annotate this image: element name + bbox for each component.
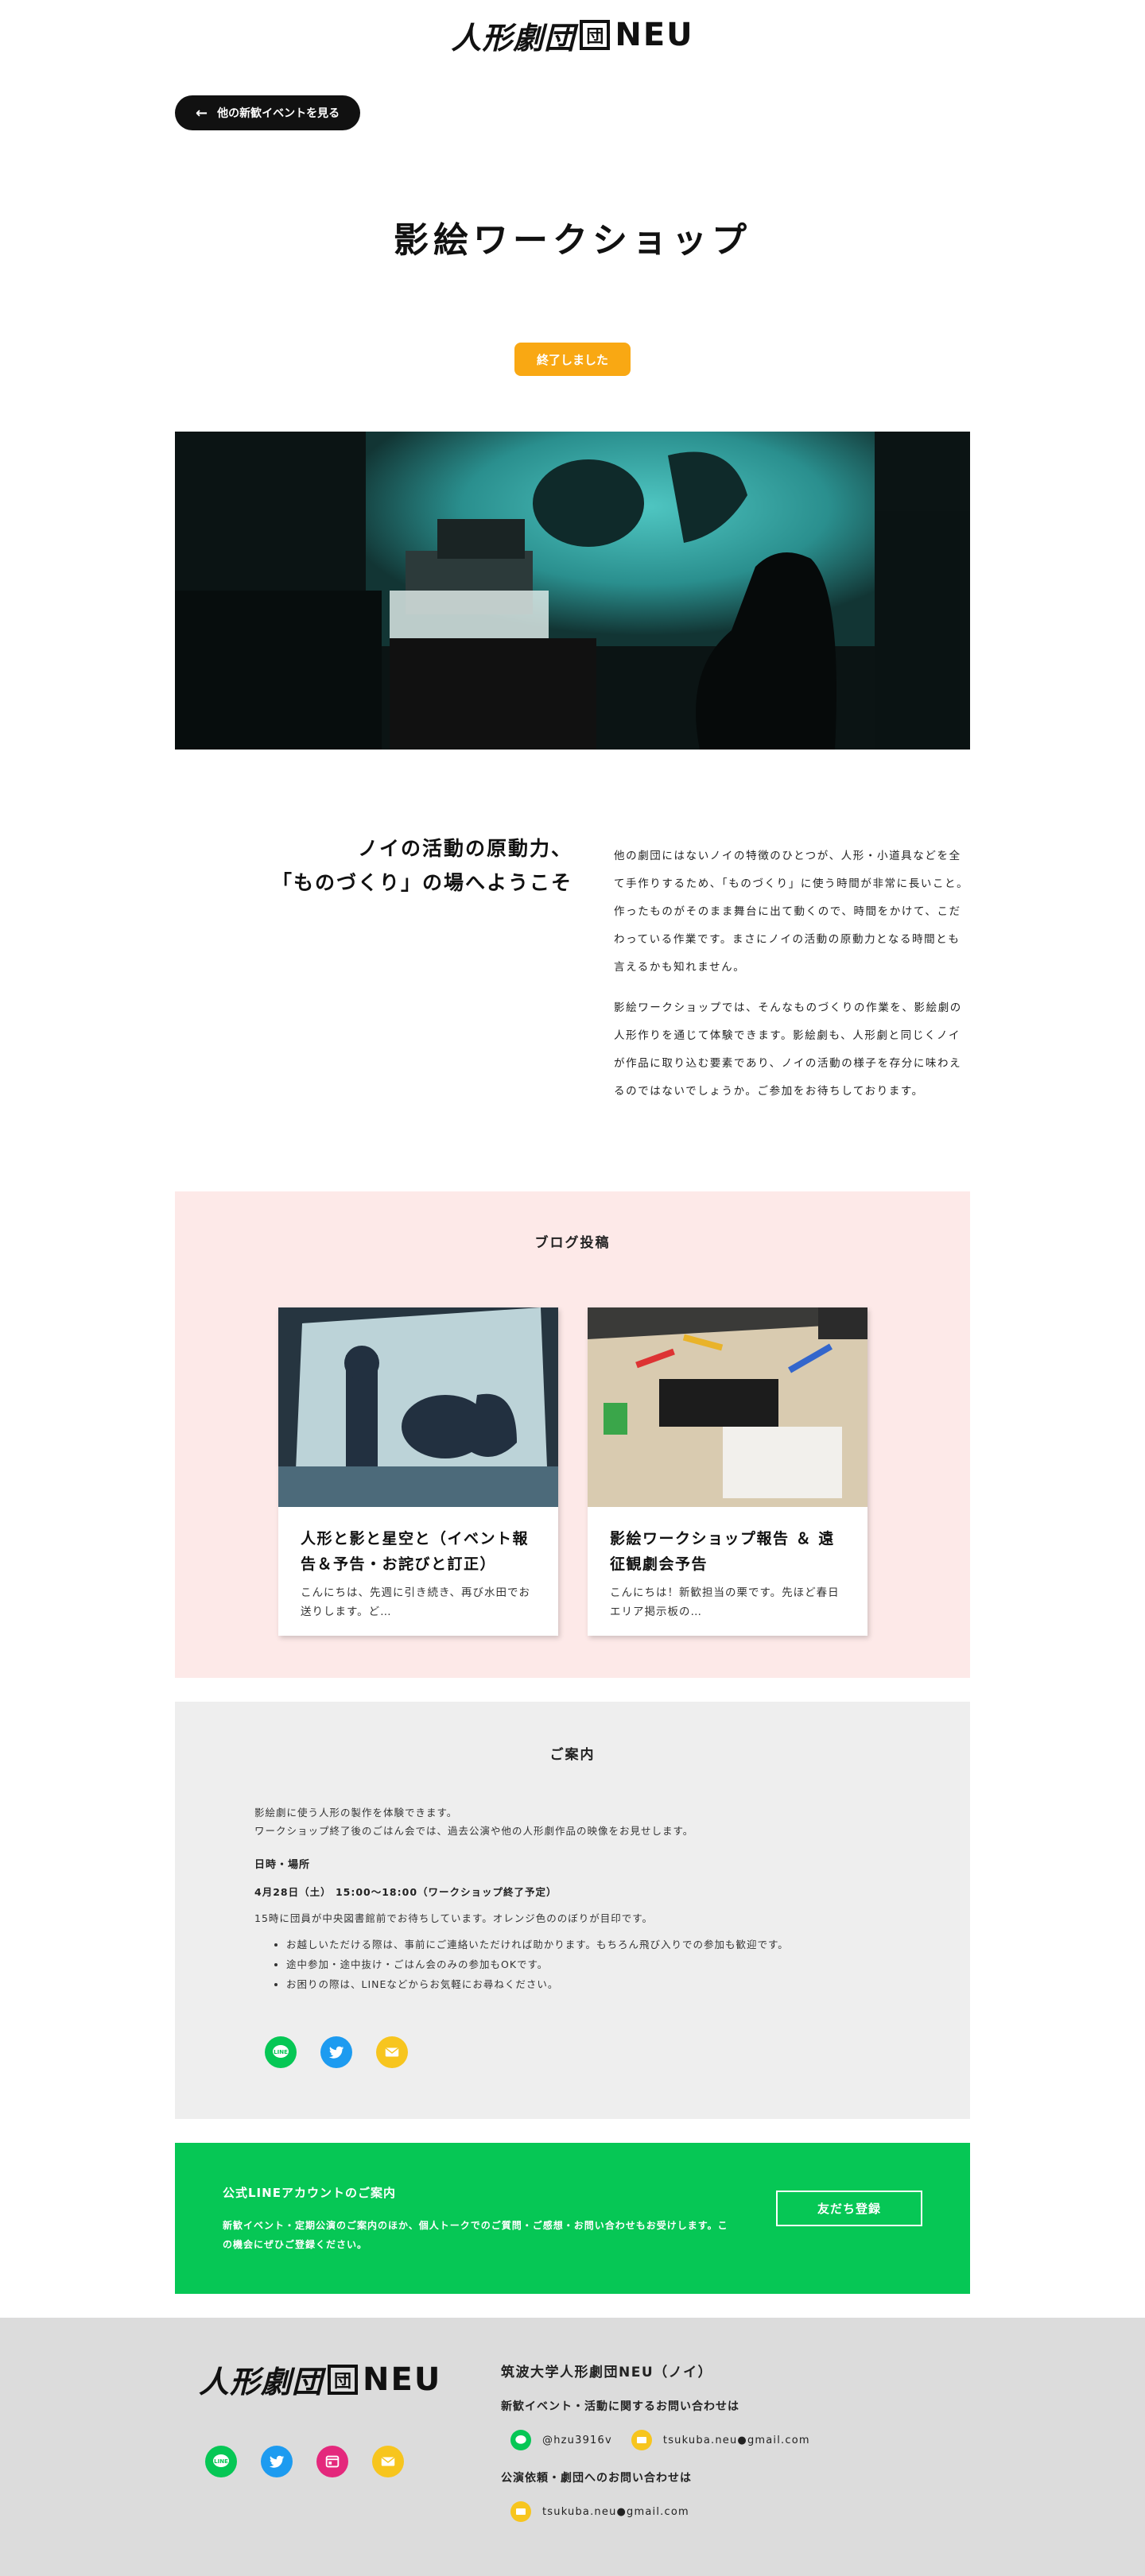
mail-icon[interactable] [372, 2446, 404, 2477]
blog-card-excerpt: こんにちは、先週に引き続き、再び水田でお送りします。ど… [301, 1586, 531, 1618]
twitter-icon[interactable] [320, 2036, 352, 2068]
line-account-banner: 公式LINEアカウントのご案内 新歓イベント・定期公演のご案内のほか、個人トーク… [175, 2143, 970, 2294]
intro-heading: ノイの活動の原動力、 「ものづくり」の場へようこそ [175, 831, 572, 900]
info-section-title: ご案内 [549, 1747, 596, 1763]
logo-neu: NEU [615, 17, 694, 53]
booking-label: 公演依頼・劇団へのお問い合わせは [501, 2472, 692, 2485]
twitter-icon[interactable] [261, 2446, 293, 2477]
hero-photo [175, 432, 970, 750]
line-icon[interactable]: LINE [265, 2036, 297, 2068]
booking-email-contact[interactable]: tsukuba.neu●gmail.com [510, 2501, 689, 2522]
line-id: @hzu3916v [542, 2434, 612, 2446]
mail-icon [631, 2430, 652, 2450]
blog-card-title: 人形と影と星空と（イベント報告＆予告・お詫びと訂正） [301, 1530, 530, 1573]
blog-section: ブログ投稿 人形と影と星空と（イベント報告＆予告・お詫びと訂正） こんにちは、先… [175, 1191, 970, 1678]
booking-email: tsukuba.neu●gmail.com [542, 2505, 689, 2518]
info-section: ご案内 影絵劇に使う人形の製作を体験できます。 ワークショップ終了後のごはん会で… [175, 1702, 970, 2119]
footer-contact-info: 筑波大学人形劇団NEU（ノイ） 新歓イベント・活動に関するお問い合わせは @hz… [501, 2361, 810, 2522]
note-item: お越しいただける際は、事前にご連絡いただければ助かります。もちろん飛び入りでの参… [286, 1935, 906, 1954]
contact-email: tsukuba.neu●gmail.com [662, 2434, 810, 2446]
note-item: 途中参加・途中抜け・ごはん会のみの参加もOKです。 [286, 1954, 906, 1974]
site-logo[interactable]: 人形劇団 団 NEU [451, 14, 693, 57]
blog-section-title: ブログ投稿 [534, 1235, 611, 1251]
blog-card-image [278, 1307, 558, 1507]
hero-image [175, 432, 970, 750]
mail-icon[interactable] [376, 2036, 408, 2068]
logo-neu: NEU [363, 2361, 442, 2398]
blog-card-excerpt: こんにちは！新歓担当の栗です。先ほど春日エリア掲示板の… [610, 1586, 840, 1618]
contact-row: @hzu3916v tsukuba.neu●gmail.com [501, 2430, 810, 2450]
blog-card[interactable]: 影絵ワークショップ報告 ＆ 遠征観劇会予告 こんにちは！新歓担当の栗です。先ほど… [588, 1307, 867, 1636]
blog-card[interactable]: 人形と影と星空と（イベント報告＆予告・お詫びと訂正） こんにちは、先週に引き続き… [278, 1307, 558, 1636]
datetime-label: 日時・場所 [254, 1859, 311, 1871]
svg-text:LINE: LINE [274, 2049, 288, 2055]
line-icon [510, 2430, 531, 2450]
organization-name: 筑波大学人形劇団NEU（ノイ） [501, 2365, 713, 2380]
blog-icon[interactable] [316, 2446, 348, 2477]
back-button-label: 他の新歓イベントを見る [217, 107, 340, 120]
booking-row: tsukuba.neu●gmail.com [501, 2501, 810, 2522]
site-header: 人形劇団 団 NEU [0, 0, 1145, 70]
event-datetime: 4月28日（土） 15:00〜18:00（ワークショップ終了予定） [254, 1886, 557, 1898]
page: 人形劇団 団 NEU ← 他の新歓イベントを見る 影絵ワークショップ 終了しまし… [0, 0, 1145, 2576]
notes-list: お越しいただける際は、事前にご連絡いただければ助かります。もちろん飛び入りでの参… [254, 1935, 906, 1994]
footer-social-links: LINE [205, 2446, 404, 2477]
status-badge: 終了しました [514, 343, 631, 376]
add-friend-button[interactable]: 友だち登録 [776, 2191, 922, 2226]
logo-text: 人形劇団 [451, 20, 576, 56]
logo-box: 団 [580, 20, 611, 50]
share-buttons: LINE [265, 2036, 408, 2068]
email-contact[interactable]: tsukuba.neu●gmail.com [631, 2430, 810, 2450]
blog-card-image [588, 1307, 867, 1507]
blog-card-title: 影絵ワークショップ報告 ＆ 遠征観劇会予告 [610, 1530, 835, 1573]
arrow-left-icon: ← [196, 104, 208, 122]
info-body: 影絵劇に使う人形の製作を体験できます。 ワークショップ終了後のごはん会では、過去… [254, 1803, 906, 1994]
intro-body: 他の劇団にはないノイの特徴のひとつが、人形・小道具などを全て手作りするため、「も… [614, 843, 970, 1106]
intro-heading-line2: 「ものづくり」の場へようこそ [271, 871, 572, 894]
intro-paragraph-1: 他の劇団にはないノイの特徴のひとつが、人形・小道具などを全て手作りするため、「も… [614, 850, 969, 974]
line-banner-title: 公式LINEアカウントのご案内 [223, 2186, 396, 2200]
logo-text: 人形劇団 [199, 2365, 324, 2400]
svg-text:LINE: LINE [214, 2458, 228, 2465]
logo-box: 団 [328, 2364, 359, 2395]
line-contact[interactable]: @hzu3916v [510, 2430, 612, 2450]
line-banner-description: 新歓イベント・定期公演のご案内のほか、個人トークでのご質問・ご感想・お問い合わせ… [223, 2220, 728, 2250]
back-to-events-button[interactable]: ← 他の新歓イベントを見る [175, 95, 361, 130]
line-icon[interactable]: LINE [205, 2446, 237, 2477]
site-footer: 人形劇団 団 NEU LINE 筑波大学人形劇団NEU（ノイ） 新歓イベント・活… [0, 2318, 1145, 2576]
intro-paragraph-2: 影絵ワークショップでは、そんなものづくりの作業を、影絵劇の人形作りを通じて体験で… [614, 1001, 962, 1098]
info-line-1: 影絵劇に使う人形の製作を体験できます。 [254, 1807, 458, 1819]
intro-heading-line1: ノイの活動の原動力、 [357, 837, 572, 860]
page-title: 影絵ワークショップ [394, 220, 751, 261]
contact-label: 新歓イベント・活動に関するお問い合わせは [501, 2400, 739, 2413]
mail-icon [510, 2501, 531, 2522]
back-nav: ← 他の新歓イベントを見る [175, 95, 361, 130]
info-line-2: ワークショップ終了後のごはん会では、過去公演や他の人形劇作品の映像をお見せします… [254, 1825, 694, 1837]
note-item: お困りの際は、LINEなどからお気軽にお尋ねください。 [286, 1974, 906, 1994]
meeting-point: 15時に団員が中央図書館前でお待ちしています。オレンジ色ののぼりが目印です。 [254, 1912, 654, 1924]
footer-logo[interactable]: 人形劇団 団 NEU [199, 2357, 441, 2401]
